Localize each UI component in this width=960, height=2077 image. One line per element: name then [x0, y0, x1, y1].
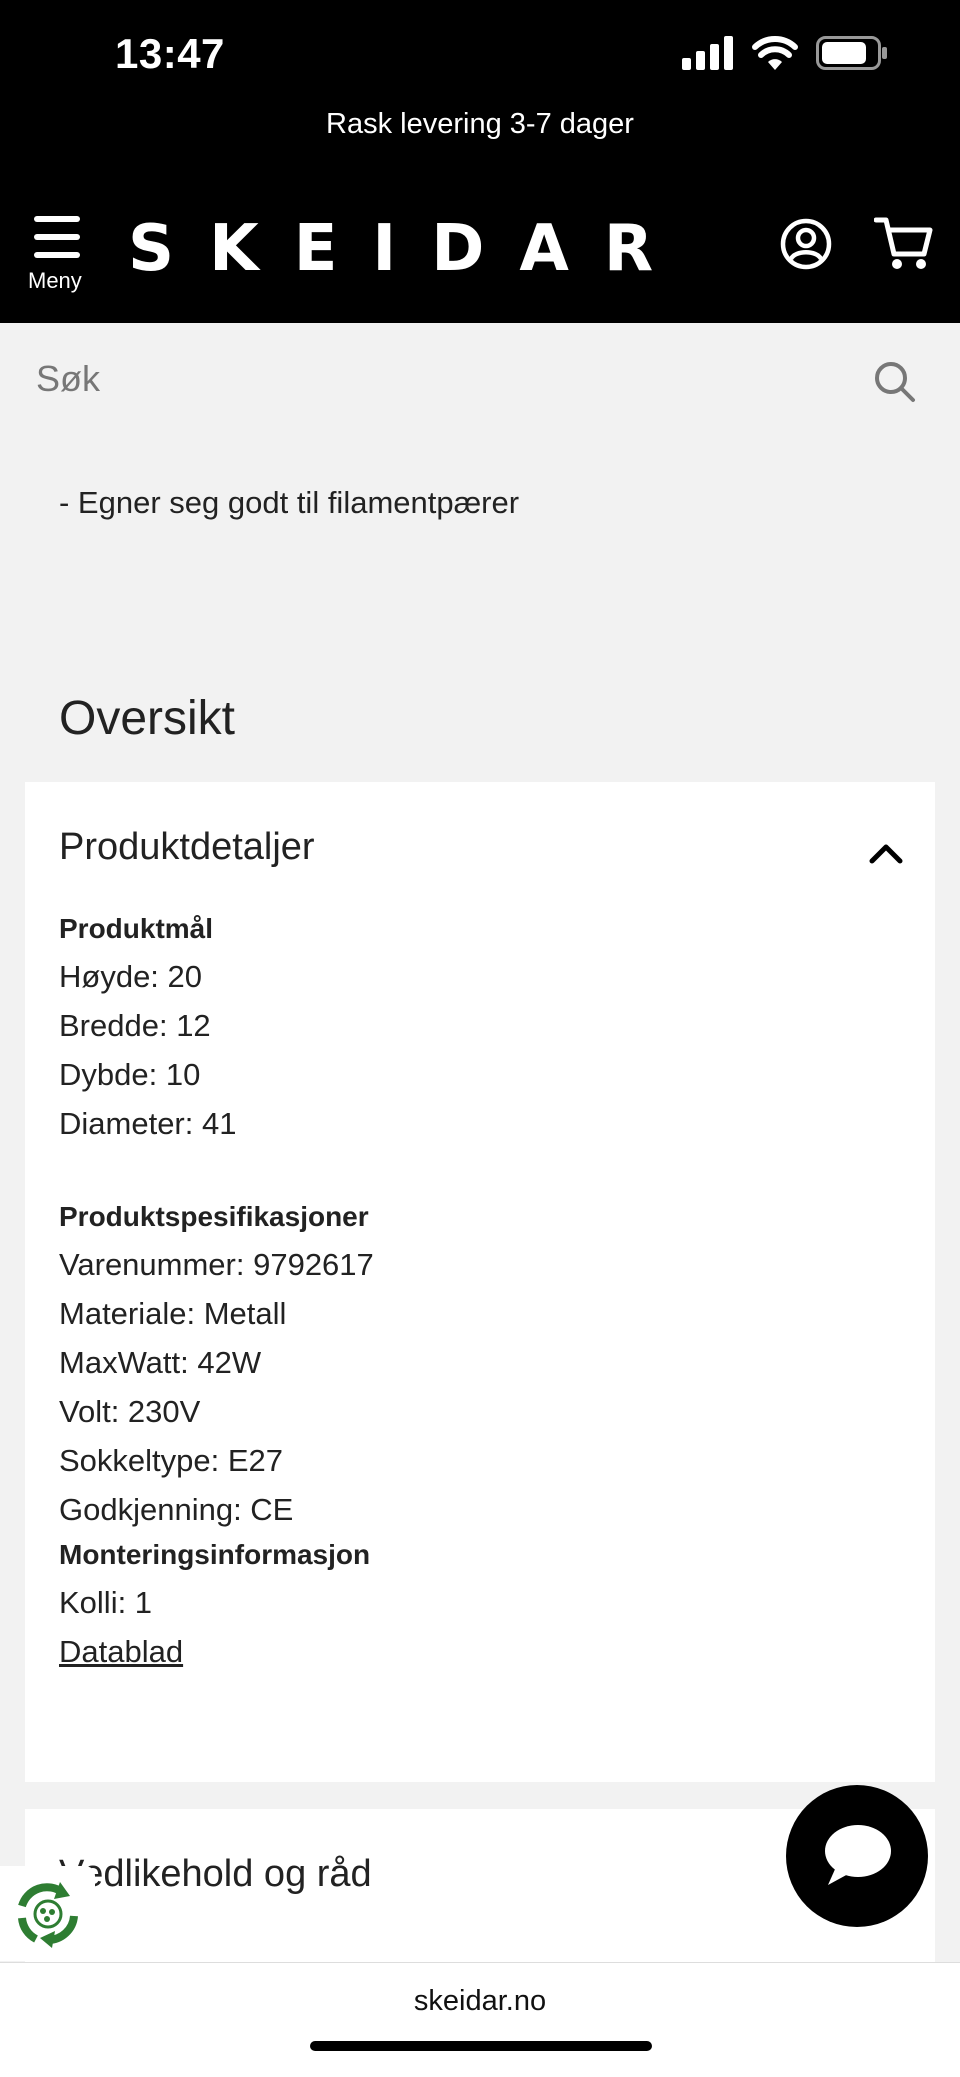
datasheet-link[interactable]: Datablad — [59, 1627, 183, 1676]
detail-item: MaxWatt: 42W — [59, 1345, 262, 1380]
group-specifications: Produktspesifikasjoner Varenummer: 97926… — [59, 1194, 374, 1534]
group-dimensions: Produktmål Høyde: 20 Bredde: 12 Dybde: 1… — [59, 906, 236, 1148]
hamburger-icon — [34, 216, 80, 258]
chat-button[interactable] — [786, 1785, 928, 1927]
group-assembly: Monteringsinformasjon Kolli: 1 Datablad — [59, 1532, 370, 1676]
user-icon[interactable] — [780, 218, 832, 270]
detail-item: Diameter: 41 — [59, 1106, 237, 1141]
browser-address-bar: skeidar.no — [0, 1962, 960, 2077]
site-logo[interactable]: SKEIDAR — [128, 212, 688, 286]
product-details-accordion: Produktdetaljer Produktmål Høyde: 20 Bre… — [25, 782, 935, 1782]
detail-item: Kolli: 1 — [59, 1585, 153, 1620]
detail-item: Godkjenning: CE — [59, 1492, 294, 1527]
detail-item: Varenummer: 9792617 — [59, 1247, 374, 1282]
accordion-title[interactable]: Vedlikehold og råd — [59, 1853, 372, 1896]
group-heading: Produktmål — [59, 913, 214, 944]
menu-button[interactable]: Meny — [26, 216, 96, 296]
search-input[interactable] — [36, 349, 856, 409]
group-heading: Monteringsinformasjon — [59, 1539, 371, 1570]
url-text[interactable]: skeidar.no — [0, 1985, 960, 2018]
page-content: - g j - Egner seg godt til filamentpærer… — [0, 447, 960, 1962]
menu-label: Meny — [28, 268, 82, 293]
recycle-badge[interactable] — [0, 1866, 95, 1961]
battery-icon — [816, 36, 887, 70]
search-bar — [0, 323, 960, 447]
promo-banner: Rask levering 3-7 dager — [0, 100, 960, 192]
status-time: 13:47 — [115, 30, 225, 77]
accordion-title[interactable]: Produktdetaljer — [59, 826, 315, 869]
group-heading: Produktspesifikasjoner — [59, 1201, 369, 1232]
search-icon[interactable] — [874, 361, 916, 403]
detail-item: Høyde: 20 — [59, 959, 203, 994]
cart-icon[interactable] — [874, 216, 934, 272]
detail-item: Sokkeltype: E27 — [59, 1443, 284, 1478]
chat-icon — [825, 1825, 891, 1885]
detail-item: Dybde: 10 — [59, 1057, 201, 1092]
wifi-icon — [752, 36, 798, 70]
description-bullet: - Egner seg godt til filamentpærer — [59, 485, 520, 520]
detail-item: Volt: 230V — [59, 1394, 201, 1429]
detail-item: Bredde: 12 — [59, 1008, 211, 1043]
site-header: Meny SKEIDAR — [0, 192, 960, 323]
status-bar: 13:47 — [0, 0, 960, 100]
recycle-icon — [18, 1882, 78, 1948]
status-icons — [682, 36, 888, 70]
signal-icon — [682, 36, 733, 70]
home-indicator[interactable] — [310, 2041, 652, 2051]
chevron-up-icon[interactable] — [869, 842, 903, 864]
section-title: Oversikt — [59, 692, 236, 745]
detail-item: Materiale: Metall — [59, 1296, 287, 1331]
